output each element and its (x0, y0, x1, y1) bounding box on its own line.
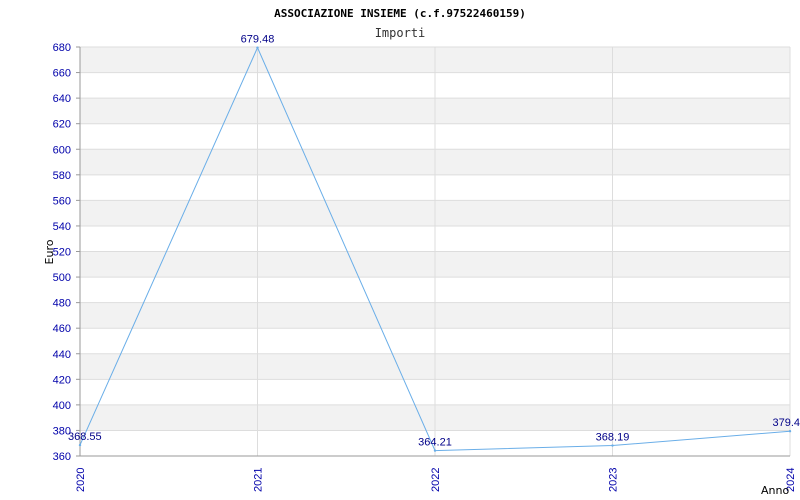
data-point (788, 430, 792, 433)
y-tick-label: 400 (53, 400, 71, 412)
y-tick-label: 560 (53, 195, 71, 207)
chart-subtitle: Importi (375, 26, 426, 40)
y-tick-label: 440 (53, 349, 71, 361)
data-label: 364.21 (418, 437, 452, 449)
y-tick-label: 540 (53, 221, 71, 233)
data-label: 679.48 (241, 34, 275, 46)
data-point (433, 449, 437, 452)
y-tick-label: 500 (53, 272, 71, 284)
data-label: 368.55 (68, 431, 102, 443)
chart-title: ASSOCIAZIONE INSIEME (c.f.97522460159) (274, 7, 526, 20)
y-axis-title: Euro (43, 239, 56, 264)
data-label: 379.4 (772, 417, 800, 429)
data-point (78, 443, 82, 447)
data-point (256, 46, 259, 49)
line-chart: 3603804004204404604805005205405605806006… (43, 7, 800, 497)
y-tick-label: 580 (53, 170, 71, 182)
x-tick-label: 2021 (253, 468, 265, 492)
y-tick-label: 680 (53, 42, 71, 54)
data-point (611, 444, 614, 447)
y-tick-label: 660 (53, 68, 71, 80)
y-tick-label: 640 (53, 93, 71, 105)
y-tick-label: 420 (53, 374, 71, 386)
y-tick-label: 600 (53, 144, 71, 156)
data-label: 368.19 (596, 432, 630, 444)
x-tick-labels: 2020 2021 2022 2023 2024 (75, 468, 797, 492)
x-tick-label: 2022 (430, 468, 442, 492)
y-tick-label: 460 (53, 323, 71, 335)
x-tick-label: 2023 (608, 468, 620, 492)
y-tick-label: 620 (53, 119, 71, 131)
x-axis-title: Anno (761, 484, 789, 497)
y-tick-label: 360 (53, 451, 71, 463)
y-tick-label: 480 (53, 298, 71, 310)
x-tick-label: 2020 (75, 468, 87, 492)
